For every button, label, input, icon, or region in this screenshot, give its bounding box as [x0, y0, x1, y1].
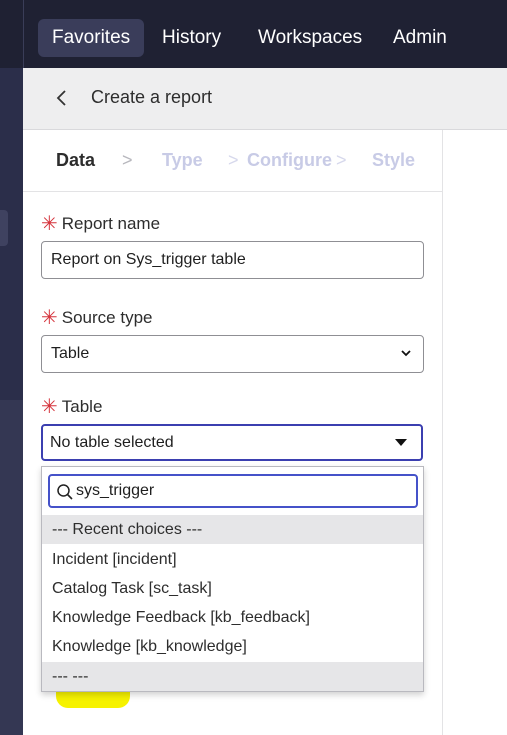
- report-name-label: ✳ Report name: [41, 213, 161, 235]
- option-group-header: --- Recent choices ---: [42, 515, 423, 544]
- search-value: sys_trigger: [76, 482, 155, 499]
- step-style[interactable]: Style: [372, 150, 415, 171]
- table-dropdown: sys_trigger --- Recent choices --- Incid…: [41, 466, 424, 692]
- source-type-label: ✳ Source type: [41, 307, 153, 329]
- left-sidebar-top: [0, 0, 23, 68]
- report-builder-page: Favorites History Workspaces Admin Creat…: [0, 0, 507, 735]
- left-sidebar: [0, 0, 23, 735]
- chevron-down-icon: [401, 350, 411, 357]
- top-navigation: Favorites History Workspaces Admin: [23, 0, 507, 68]
- source-type-select[interactable]: Table: [41, 335, 424, 373]
- chevron-left-icon: [56, 90, 66, 106]
- option-group-separator: --- ---: [42, 662, 423, 691]
- step-configure[interactable]: Configure: [247, 150, 332, 171]
- back-button[interactable]: [53, 86, 73, 110]
- nav-tab-favorites[interactable]: Favorites: [38, 19, 145, 57]
- table-search-input[interactable]: sys_trigger: [48, 474, 418, 508]
- required-asterisk-icon: ✳: [41, 396, 58, 418]
- table-select[interactable]: No table selected: [41, 424, 423, 461]
- page-title: Create a report: [91, 87, 213, 107]
- page-header: Create a report: [23, 68, 507, 130]
- source-type-value: Table: [51, 345, 90, 362]
- step-type[interactable]: Type: [162, 150, 203, 171]
- step-separator-icon: >: [122, 150, 133, 170]
- report-name-input[interactable]: Report on Sys_trigger table: [41, 241, 424, 279]
- step-data[interactable]: Data: [56, 150, 95, 171]
- required-asterisk-icon: ✳: [41, 307, 58, 329]
- table-option-sc-task[interactable]: Catalog Task [sc_task]: [42, 574, 423, 603]
- required-asterisk-icon: ✳: [41, 213, 58, 235]
- nav-tab-history[interactable]: History: [162, 19, 221, 57]
- table-select-value: No table selected: [50, 434, 174, 451]
- left-sidebar-shade: [0, 400, 23, 735]
- step-separator-icon: >: [336, 150, 347, 170]
- table-option-incident[interactable]: Incident [incident]: [42, 545, 423, 574]
- sidebar-collapse-handle[interactable]: [0, 210, 8, 246]
- table-option-kb-feedback[interactable]: Knowledge Feedback [kb_feedback]: [42, 603, 423, 632]
- table-label: ✳ Table: [41, 396, 103, 418]
- step-separator-icon: >: [228, 150, 239, 170]
- search-icon: [57, 484, 73, 500]
- table-option-kb-knowledge[interactable]: Knowledge [kb_knowledge]: [42, 632, 423, 661]
- caret-down-icon: [395, 439, 407, 446]
- wizard-steps: Data > Type > Configure > Style: [23, 130, 443, 192]
- nav-tab-admin[interactable]: Admin: [393, 19, 447, 57]
- nav-tab-workspaces[interactable]: Workspaces: [258, 19, 362, 57]
